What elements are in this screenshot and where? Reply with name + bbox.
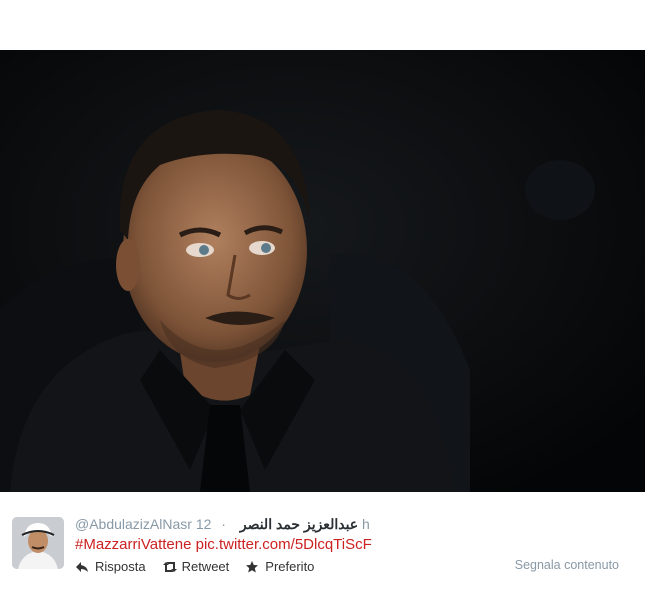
separator: · bbox=[221, 516, 226, 532]
report-content-link[interactable]: Segnala contenuto bbox=[515, 558, 619, 572]
star-icon bbox=[245, 560, 259, 574]
pic-link[interactable]: pic.twitter.com/5DlcqTiScF bbox=[196, 536, 372, 553]
reply-label: Risposta bbox=[95, 559, 146, 574]
retweet-label: Retweet bbox=[181, 559, 230, 574]
man-portrait-image bbox=[0, 50, 645, 492]
tweet-text: #MazzarriVattene pic.twitter.com/5DlcqTi… bbox=[75, 536, 372, 553]
tweet-actions: Risposta Retweet Preferito bbox=[75, 559, 330, 574]
user-display-name[interactable]: عبدالعزيز حمد النصر bbox=[240, 516, 358, 532]
retweet-icon bbox=[162, 560, 177, 574]
reply-arrow-icon bbox=[75, 560, 89, 574]
favorite-button[interactable]: Preferito bbox=[245, 559, 314, 574]
user-handle[interactable]: @AbdulazizAlNasr bbox=[75, 516, 192, 532]
retweet-button[interactable]: Retweet bbox=[162, 559, 230, 574]
tweet-photo[interactable] bbox=[0, 0, 645, 492]
favorite-label: Preferito bbox=[265, 559, 315, 574]
avatar[interactable] bbox=[12, 517, 64, 569]
tweet-header: @AbdulazizAlNasr عبدالعزيز حمد النصر · 1… bbox=[75, 516, 370, 533]
photo-frame bbox=[0, 50, 645, 492]
tweet-card: @AbdulazizAlNasr عبدالعزيز حمد النصر · 1… bbox=[0, 492, 645, 589]
reply-button[interactable]: Risposta bbox=[75, 559, 146, 574]
hashtag-link[interactable]: #MazzarriVattene bbox=[75, 536, 191, 553]
